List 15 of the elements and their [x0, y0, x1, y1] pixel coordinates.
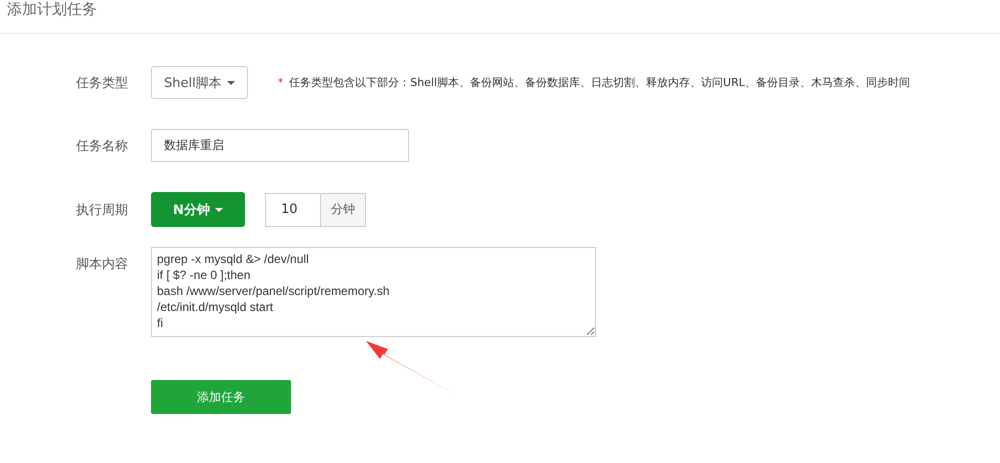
- caret-icon: [226, 80, 235, 84]
- caret-icon: [214, 208, 223, 212]
- task-type-note: 任务类型包含以下部分：Shell脚本、备份网站、备份数据库、日志切割、释放内存、访问URL、备份目录、木马查杀、同步时间: [289, 75, 910, 90]
- required-mark: *: [278, 76, 284, 89]
- field-label: 任务名称: [76, 138, 129, 154]
- page-title: 添加计划任务: [7, 0, 97, 19]
- field-label: 任务类型: [76, 74, 129, 92]
- task-type-dropdown[interactable]: Shell脚本: [151, 66, 248, 99]
- field-label: 脚本内容: [76, 256, 129, 273]
- task-name-input[interactable]: 数据库重启: [151, 129, 409, 162]
- minutes-input[interactable]: 10: [265, 192, 320, 226]
- field-label: 执行周期: [76, 202, 129, 218]
- unit-addon: 分钟: [320, 192, 366, 226]
- period-dropdown[interactable]: N分钟: [151, 192, 245, 227]
- script-textarea[interactable]: pgrep -x mysqld &> /dev/null if [ $? -ne 0 ];then bash /www/server/panel/script/rememory.sh /etc/init.d/mysqld start fi: [151, 247, 596, 337]
